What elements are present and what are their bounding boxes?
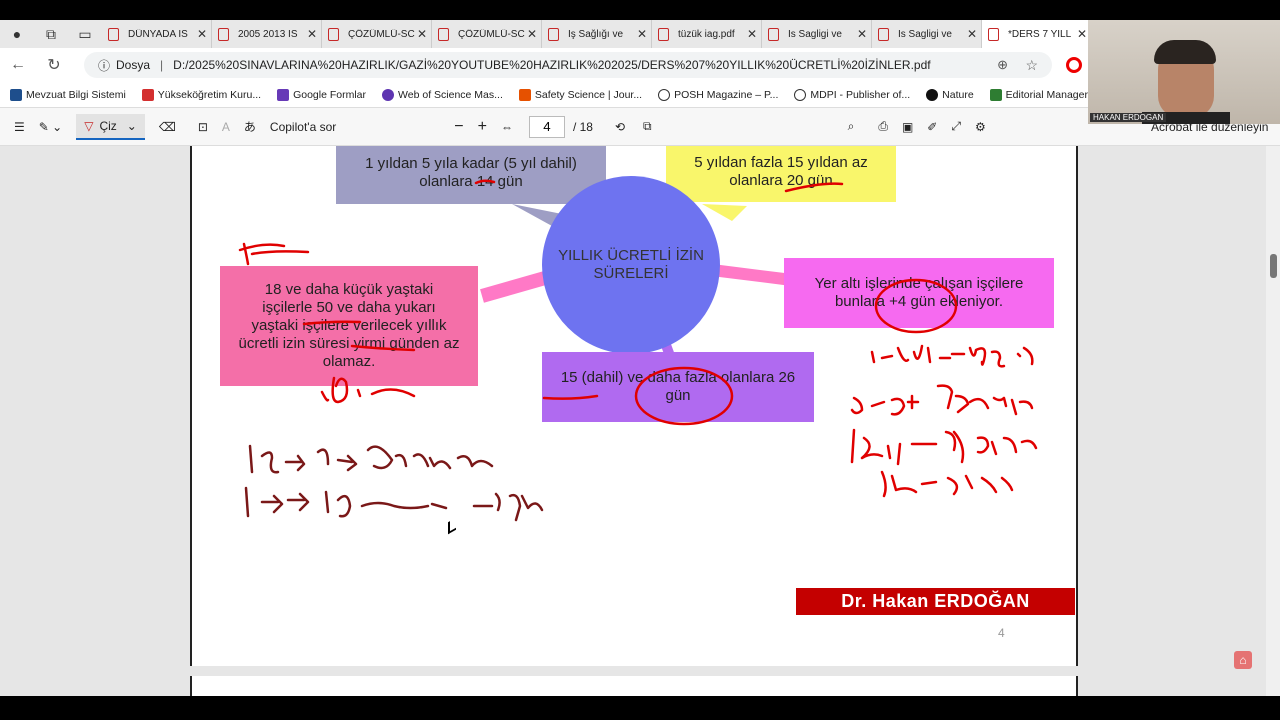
close-icon[interactable]: ✕ [1077, 27, 1087, 41]
globe-icon [794, 88, 807, 101]
pdf-icon [548, 27, 559, 41]
tab-4[interactable]: İş Sağlığı ve ✕ [542, 20, 652, 48]
tab-actions-icon[interactable]: ▭ [68, 20, 102, 48]
bookmark-icon [10, 88, 22, 101]
scheme-label: Dosya [116, 58, 151, 72]
bookmark-3[interactable]: Web of Science Mas... [382, 88, 503, 101]
bookmark-8[interactable]: Editorial Manager® [989, 88, 1096, 101]
scrollbar-thumb[interactable] [1270, 254, 1277, 278]
bookmark-1[interactable]: Yükseköğretim Kuru... [141, 88, 261, 101]
pdf-icon [438, 27, 449, 41]
tab-2[interactable]: ÇÖZÜMLÜ-SC ✕ [322, 20, 432, 48]
url-text: D:/2025%20SINAVLARINA%20HAZIRLIK/GAZİ%20… [173, 58, 931, 72]
expand-icon[interactable]: ⤢ [951, 119, 961, 134]
close-icon[interactable]: ✕ [747, 27, 757, 41]
page-total: / 18 [572, 119, 593, 134]
search-icon[interactable]: ⌕ [848, 119, 855, 134]
page-view-icon[interactable]: ⧉ [643, 119, 652, 134]
close-icon[interactable]: ✕ [967, 27, 977, 41]
settings-icon[interactable]: ⚙ [975, 120, 986, 134]
bookmark-icon [926, 88, 939, 101]
pdf-viewer: 1 yıldan 5 yıla kadar (5 yıl dahil) olan… [0, 146, 1280, 696]
tab-8-active[interactable]: *DERS 7 YILL ✕ [982, 20, 1092, 48]
info-icon[interactable]: ⓘ [98, 57, 110, 74]
draw-button[interactable]: ▽ Çiz ⌄ [76, 113, 145, 140]
author-banner: Dr. Hakan ERDOĞAN [796, 588, 1075, 615]
tab-6[interactable]: Is Sagligi ve ✕ [762, 20, 872, 48]
fit-page-icon[interactable]: ⇔ [501, 120, 513, 134]
opera-icon[interactable] [1066, 57, 1082, 73]
acrobat-icon[interactable]: ⌂ [1234, 651, 1252, 669]
page-number-input[interactable] [528, 115, 565, 138]
close-icon[interactable]: ✕ [637, 27, 647, 41]
zoom-icon[interactable]: ⊕ [997, 57, 1008, 73]
tab-0[interactable]: DÜNYADA İS ✕ [102, 20, 212, 48]
address-bar[interactable]: ⓘ Dosya | D:/2025%20SINAVLARINA%20HAZIRL… [84, 52, 1052, 78]
close-icon[interactable]: ✕ [417, 27, 427, 41]
pdf-icon [108, 27, 119, 41]
close-icon[interactable]: ✕ [527, 27, 537, 41]
bottom-border [0, 696, 1280, 720]
zoom-in-icon[interactable]: + [478, 118, 487, 136]
close-icon[interactable]: ✕ [197, 27, 207, 41]
bookmark-icon [518, 88, 531, 101]
scrollbar[interactable] [1266, 146, 1280, 696]
bookmark-icon [989, 88, 1002, 101]
draw-icon: ▽ [84, 118, 94, 133]
save-icon[interactable]: ▣ [902, 120, 913, 134]
bookmark-7[interactable]: Nature [926, 88, 974, 101]
profile-icon[interactable]: ● [0, 20, 34, 48]
tab-5[interactable]: tüzük iag.pdf ✕ [652, 20, 762, 48]
globe-icon [658, 88, 671, 101]
read-aloud-icon[interactable]: A [222, 120, 230, 134]
bookmark-icon [277, 88, 290, 101]
pdf-icon [658, 27, 669, 41]
pdf-icon [988, 27, 999, 41]
separator: | [160, 58, 164, 72]
back-icon[interactable]: ← [0, 56, 36, 74]
copilot-button[interactable]: Copilot'a sor [270, 120, 336, 134]
page-number: 4 [998, 626, 1005, 640]
save-as-icon[interactable]: ✐ [927, 120, 937, 134]
pdf-icon [768, 27, 779, 41]
zoom-out-icon[interactable]: − [454, 118, 463, 136]
bookmark-icon [382, 88, 395, 101]
refresh-icon[interactable]: ↻ [36, 55, 72, 75]
chevron-down-icon: ⌄ [126, 118, 137, 133]
pdf-icon [878, 27, 889, 41]
highlight-icon[interactable]: ✎ ⌄ [39, 120, 62, 134]
bookmark-icon [141, 88, 154, 101]
tab-7[interactable]: Is Sagligi ve ✕ [872, 20, 982, 48]
tab-3[interactable]: ÇÖZÜMLÜ-SC ✕ [432, 20, 542, 48]
close-icon[interactable]: ✕ [857, 27, 867, 41]
eraser-icon[interactable]: ⌫ [159, 120, 176, 134]
print-icon[interactable]: ⎙ [878, 119, 888, 134]
contents-icon[interactable]: ☰ [14, 120, 25, 134]
top-border [0, 0, 1280, 20]
bookmark-4[interactable]: Safety Science | Jour... [518, 88, 642, 101]
bookmark-0[interactable]: Mevzuat Bilgi Sistemi [10, 88, 126, 101]
webcam-overlay: HAKAN ERDOGAN [1088, 20, 1280, 124]
workspaces-icon[interactable]: ⧉ [34, 20, 68, 48]
tab-1[interactable]: 2005 2013 İS ✕ [212, 20, 322, 48]
star-icon[interactable]: ☆ [1025, 57, 1038, 74]
presenter-hair [1154, 40, 1216, 64]
text-icon[interactable]: ⊡ [198, 120, 208, 134]
pdf-icon [218, 27, 229, 41]
bookmark-5[interactable]: POSH Magazine – P... [658, 88, 778, 101]
translate-icon[interactable]: あ [244, 118, 256, 135]
pdf-icon [328, 27, 339, 41]
bookmark-6[interactable]: MDPI - Publisher of... [794, 88, 910, 101]
close-icon[interactable]: ✕ [307, 27, 317, 41]
webcam-name-label: HAKAN ERDOGAN [1090, 113, 1167, 122]
bookmark-2[interactable]: Google Formlar [277, 88, 366, 101]
next-pdf-page [190, 676, 1078, 696]
pdf-page: 1 yıldan 5 yıla kadar (5 yıl dahil) olan… [190, 146, 1078, 666]
rotate-icon[interactable]: ⟲ [615, 120, 625, 134]
